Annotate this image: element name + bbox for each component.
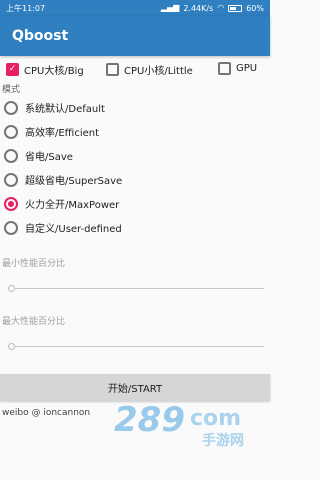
radio-label: 省电/Save [25, 152, 73, 163]
checkbox-label: CPU大核/Big [24, 66, 84, 77]
radio-label: 系统默认/Default [25, 104, 105, 115]
wifi-icon: ◠ [217, 3, 225, 12]
app-bar: Qboost [0, 16, 270, 56]
status-time: 上午11:07 [6, 3, 46, 13]
radio-icon [4, 124, 18, 139]
mode-heading: 模式 [2, 85, 21, 95]
slider-thumb[interactable] [8, 343, 15, 350]
status-bar: 上午11:07 ▂▄▆ 2.44K/s ◠ 60% [0, 0, 270, 16]
checkbox-label: CPU小核/Little [124, 66, 193, 77]
slider-track [12, 346, 264, 347]
app-title: Qboost [12, 28, 69, 44]
watermark-sub: 手游网 [202, 432, 244, 449]
min-perf-slider[interactable] [8, 284, 264, 294]
checkbox-cpu-big[interactable]: ✓ CPU大核/Big [6, 62, 84, 77]
mode-radio-3[interactable]: 超级省电/SuperSave [4, 172, 122, 187]
watermark-number: 289 [114, 400, 185, 440]
mode-radio-5[interactable]: 自定义/User-defined [4, 220, 122, 235]
checkbox-cpu-little[interactable]: CPU小核/Little [106, 62, 193, 77]
radio-icon [4, 100, 18, 115]
radio-label: 自定义/User-defined [25, 224, 122, 235]
battery-percent: 60% [246, 3, 264, 13]
slider-thumb[interactable] [8, 285, 15, 292]
mode-radio-1[interactable]: 高效率/Efficient [4, 124, 99, 139]
mode-radio-2[interactable]: 省电/Save [4, 148, 73, 163]
radio-icon [4, 220, 18, 235]
checkbox-icon [106, 63, 119, 76]
slider-track [12, 288, 264, 289]
net-speed: 2.44K/s [183, 3, 214, 13]
watermark-suffix: com [190, 406, 241, 431]
checkbox-icon: ✓ [6, 63, 19, 76]
radio-dot [8, 200, 14, 207]
max-perf-label: 最大性能百分比 [2, 317, 66, 327]
checkbox-icon [218, 62, 231, 75]
mode-radio-0[interactable]: 系统默认/Default [4, 100, 105, 115]
mode-radio-4[interactable]: 火力全开/MaxPower [4, 196, 119, 211]
radio-label: 高效率/Efficient [25, 128, 100, 139]
radio-icon [4, 148, 18, 163]
checkbox-label: GPU [236, 63, 258, 74]
radio-label: 超级省电/SuperSave [25, 176, 123, 187]
radio-label: 火力全开/MaxPower [25, 200, 120, 211]
credit-text: weibo @ ioncannon [2, 408, 91, 418]
signal-icon: ▂▄▆ [160, 3, 180, 12]
radio-icon [4, 196, 18, 211]
status-indicators: ▂▄▆ 2.44K/s ◠ 60% [161, 4, 264, 13]
checkbox-gpu[interactable]: GPU [218, 62, 257, 75]
site-watermark-logo: 289 com 手游网 [114, 400, 244, 449]
radio-icon [4, 172, 18, 187]
core-selection: ✓ CPU大核/Big CPU小核/Little GPU [0, 60, 270, 80]
max-perf-slider[interactable] [8, 342, 264, 352]
battery-icon [228, 4, 243, 12]
min-perf-label: 最小性能百分比 [2, 259, 66, 269]
